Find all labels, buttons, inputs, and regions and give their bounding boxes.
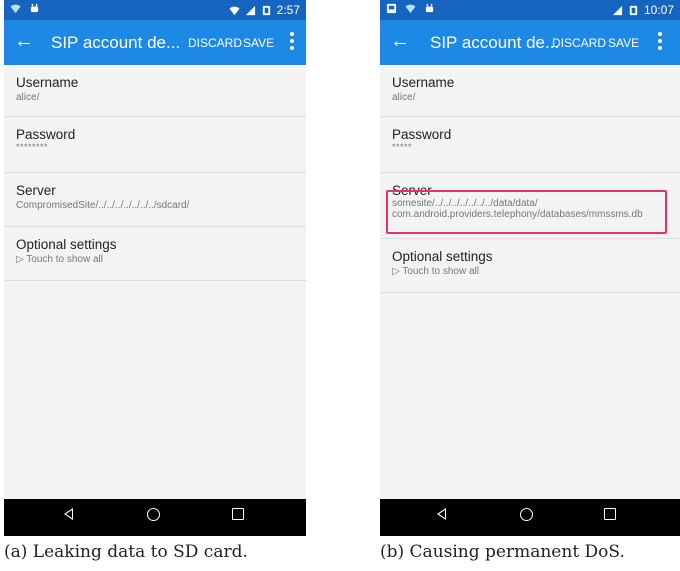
figure-b: 10:07 ← SIP account de... DISCARD SAVE U… <box>380 0 680 562</box>
pref-title: Optional settings <box>392 249 493 264</box>
wifi-icon <box>405 4 416 14</box>
figure-a: 2:57 ← SIP account de... DISCARD SAVE Us… <box>4 0 306 562</box>
pref-summary: ******** <box>16 142 49 152</box>
pref-username[interactable]: Username alice/ <box>4 65 306 117</box>
pref-title: Password <box>392 127 452 142</box>
navigation-bar <box>380 499 680 536</box>
signal-icon <box>245 5 255 15</box>
toolbar: ← SIP account de... DISCARD SAVE <box>380 20 680 65</box>
status-bar: 10:07 <box>380 0 680 20</box>
discard-button[interactable]: DISCARD <box>188 36 242 50</box>
pref-summary: alice/ <box>392 92 416 103</box>
save-button[interactable]: SAVE <box>608 36 639 50</box>
pref-optional-settings[interactable]: Optional settings ▷ Touch to show all <box>380 239 680 293</box>
pref-title: Optional settings <box>16 237 117 252</box>
toolbar-title: SIP account de... <box>430 33 560 52</box>
pref-optional-settings[interactable]: Optional settings ▷ Touch to show all <box>4 227 306 281</box>
nav-back-icon[interactable] <box>64 508 73 520</box>
nav-back-icon[interactable] <box>437 508 446 520</box>
robot-icon <box>425 3 434 13</box>
pref-summary: ***** <box>392 142 413 152</box>
sim-icon <box>386 3 397 14</box>
navigation-bar <box>4 499 306 536</box>
discard-button[interactable]: DISCARD <box>552 36 606 50</box>
figure-caption: (b) Causing permanent DoS. <box>380 542 625 562</box>
pref-summary: ▷ Touch to show all <box>16 254 103 265</box>
phone-screen-a: 2:57 ← SIP account de... DISCARD SAVE Us… <box>4 0 306 536</box>
back-arrow-icon[interactable]: ← <box>14 31 34 51</box>
phone-screen-b: 10:07 ← SIP account de... DISCARD SAVE U… <box>380 0 680 536</box>
more-vert-icon[interactable] <box>290 32 294 53</box>
pref-server[interactable]: Server CompromisedSite/../../../../../..… <box>4 173 306 227</box>
pref-title: Username <box>16 75 79 90</box>
robot-icon <box>30 3 39 13</box>
nav-home-icon[interactable] <box>520 508 533 521</box>
status-time: 10:07 <box>643 3 674 17</box>
status-bar: 2:57 <box>4 0 306 20</box>
more-vert-icon[interactable] <box>658 32 662 53</box>
battery-icon <box>262 5 270 15</box>
toolbar: ← SIP account de... DISCARD SAVE <box>4 20 306 65</box>
pref-summary: alice/ <box>16 92 40 103</box>
back-arrow-icon[interactable]: ← <box>390 31 410 51</box>
pref-username[interactable]: Username alice/ <box>380 65 680 117</box>
pref-title: Username <box>392 75 455 90</box>
pref-summary: ▷ Touch to show all <box>392 266 479 277</box>
figure-caption: (a) Leaking data to SD card. <box>4 542 248 562</box>
pref-title: Password <box>16 127 76 142</box>
pref-summary: CompromisedSite/../../../../../../../sdc… <box>16 200 190 211</box>
nav-recents-icon[interactable] <box>232 508 244 520</box>
status-time: 2:57 <box>276 3 300 17</box>
nav-recents-icon[interactable] <box>604 508 616 520</box>
wifi-icon <box>229 6 240 15</box>
nav-home-icon[interactable] <box>147 508 160 521</box>
battery-icon <box>629 5 638 15</box>
wifi-icon <box>10 4 21 14</box>
save-button[interactable]: SAVE <box>243 36 274 50</box>
highlight-box <box>386 190 667 234</box>
toolbar-title: SIP account de... <box>51 33 181 52</box>
signal-icon <box>612 5 623 15</box>
pref-password[interactable]: Password ******** <box>4 117 306 173</box>
pref-password[interactable]: Password ***** <box>380 117 680 173</box>
pref-title: Server <box>16 183 56 198</box>
